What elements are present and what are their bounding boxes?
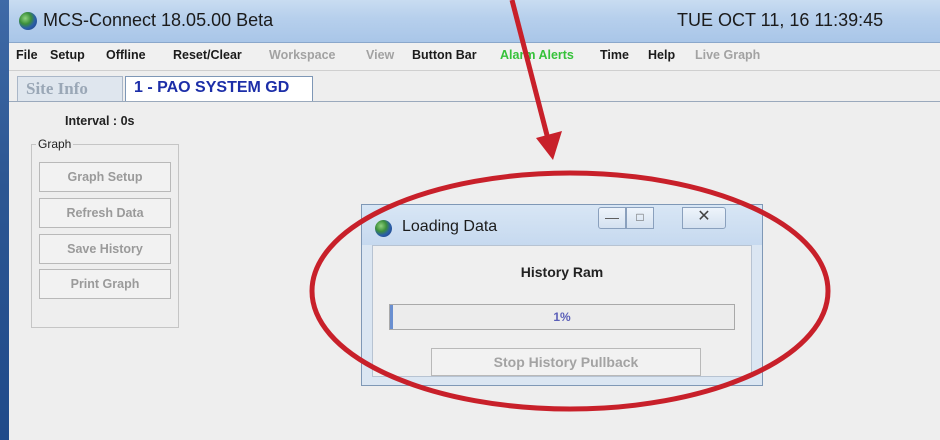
menu-button-bar[interactable]: Button Bar	[412, 48, 477, 62]
tab-strip: Site Info 1 - PAO SYSTEM GD	[9, 71, 940, 102]
datetime-display: TUE OCT 11, 16 11:39:45	[677, 10, 884, 30]
loading-dialog: Loading Data — □ ✕ History Ram 1% Stop H…	[361, 204, 763, 386]
save-history-button[interactable]: Save History	[39, 234, 171, 264]
menu-time[interactable]: Time	[600, 48, 629, 62]
app-globe-icon	[19, 12, 37, 30]
menu-bar: File Setup Offline Reset/Clear Workspace…	[9, 43, 940, 71]
dialog-title-bar[interactable]: Loading Data — □ ✕	[362, 205, 762, 245]
dialog-body: History Ram 1% Stop History Pullback	[372, 245, 752, 377]
dialog-heading: History Ram	[520, 264, 604, 280]
window-title: MCS-Connect 18.05.00 Beta	[43, 10, 274, 30]
menu-file[interactable]: File	[16, 48, 38, 62]
menu-setup[interactable]: Setup	[50, 48, 85, 62]
dialog-title: Loading Data	[402, 218, 498, 235]
minimize-button[interactable]: —	[598, 207, 626, 229]
menu-alarm-alerts[interactable]: Alarm Alerts	[500, 48, 574, 62]
menu-live-graph[interactable]: Live Graph	[695, 48, 760, 62]
graph-setup-button[interactable]: Graph Setup	[39, 162, 171, 192]
interval-label: Interval : 0s	[65, 114, 135, 128]
tab-pao-system[interactable]: 1 - PAO SYSTEM GD	[125, 76, 313, 101]
menu-reset-clear[interactable]: Reset/Clear	[173, 48, 242, 62]
stop-history-pullback-button[interactable]: Stop History Pullback	[431, 348, 701, 376]
print-graph-button[interactable]: Print Graph	[39, 269, 171, 299]
dialog-globe-icon	[375, 220, 392, 237]
refresh-data-button[interactable]: Refresh Data	[39, 198, 171, 228]
title-bar[interactable]: MCS-Connect 18.05.00 Beta TUE OCT 11, 16…	[9, 0, 940, 43]
progress-bar: 1%	[389, 304, 735, 330]
graph-group-label: Graph	[36, 137, 74, 151]
close-button[interactable]: ✕	[682, 207, 726, 229]
menu-offline[interactable]: Offline	[106, 48, 146, 62]
minimize-icon: —	[605, 209, 619, 225]
progress-text: 1%	[553, 310, 571, 324]
desktop-edge	[0, 0, 9, 440]
tab-site-info[interactable]: Site Info	[17, 76, 123, 101]
menu-view[interactable]: View	[366, 48, 394, 62]
menu-help[interactable]: Help	[648, 48, 675, 62]
menu-workspace[interactable]: Workspace	[269, 48, 335, 62]
maximize-icon: □	[636, 210, 644, 224]
close-icon: ✕	[697, 208, 711, 225]
maximize-button[interactable]: □	[626, 207, 654, 229]
